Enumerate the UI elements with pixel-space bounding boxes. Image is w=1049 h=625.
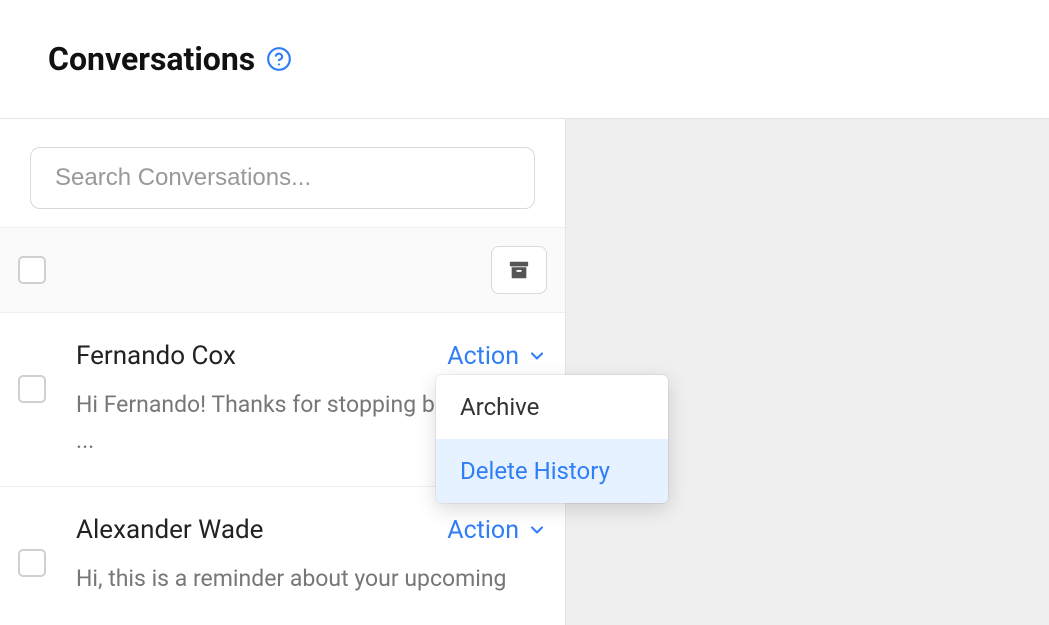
conversation-item[interactable]: Fernando Cox Action Hi Fernando! Thanks … bbox=[0, 313, 565, 487]
conversations-pane: Fernando Cox Action Hi Fernando! Thanks … bbox=[0, 119, 566, 625]
help-icon[interactable] bbox=[265, 45, 293, 73]
conversation-item[interactable]: Alexander Wade Action Hi, this is a remi… bbox=[0, 487, 565, 625]
select-all-checkbox[interactable] bbox=[18, 256, 46, 284]
action-label: Action bbox=[447, 516, 519, 545]
search-wrap bbox=[0, 119, 565, 227]
conversation-body: Alexander Wade Action Hi, this is a remi… bbox=[76, 515, 547, 597]
archive-button[interactable] bbox=[491, 246, 547, 294]
dropdown-item-delete-history[interactable]: Delete History bbox=[436, 439, 668, 503]
chevron-down-icon bbox=[527, 520, 547, 540]
bulk-toolbar bbox=[0, 227, 565, 313]
conversation-preview: Hi, this is a reminder about your upcomi… bbox=[76, 561, 547, 597]
main-split: Fernando Cox Action Hi Fernando! Thanks … bbox=[0, 118, 1049, 625]
archive-icon bbox=[507, 259, 531, 281]
conversation-checkbox[interactable] bbox=[18, 375, 46, 403]
conversation-top: Alexander Wade Action bbox=[76, 515, 547, 545]
conversation-name: Alexander Wade bbox=[76, 515, 263, 545]
action-dropdown-button[interactable]: Action bbox=[447, 342, 547, 371]
conversation-checkbox[interactable] bbox=[18, 549, 46, 577]
dropdown-item-archive[interactable]: Archive bbox=[436, 375, 668, 439]
conversation-top: Fernando Cox Action bbox=[76, 341, 547, 371]
detail-pane bbox=[566, 119, 1049, 625]
search-input[interactable] bbox=[30, 147, 535, 209]
page-header: Conversations bbox=[0, 0, 1049, 118]
action-dropdown-button[interactable]: Action bbox=[447, 516, 547, 545]
page-title: Conversations bbox=[48, 40, 255, 78]
chevron-down-icon bbox=[527, 346, 547, 366]
conversation-name: Fernando Cox bbox=[76, 341, 236, 371]
action-label: Action bbox=[447, 342, 519, 371]
action-dropdown-menu: Archive Delete History bbox=[436, 375, 668, 503]
